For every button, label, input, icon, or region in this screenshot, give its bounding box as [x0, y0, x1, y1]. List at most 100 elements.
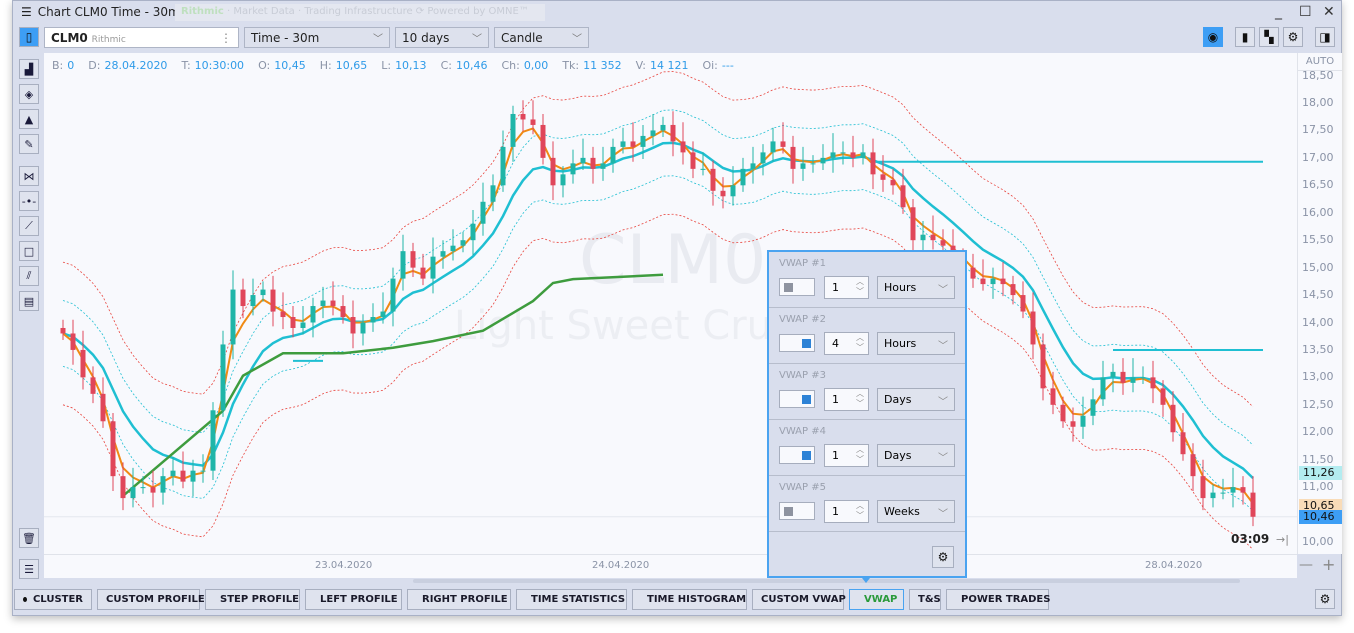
vwap-unit-select[interactable]: Days ﹀: [877, 388, 955, 411]
candle-body: [1250, 492, 1256, 517]
bottom-button-vwap[interactable]: VWAP: [849, 589, 904, 610]
vwap-unit-select[interactable]: Hours ﹀: [877, 332, 955, 355]
mouse-icon[interactable]: ▮: [1235, 27, 1255, 47]
minimize-button[interactable]: _: [1275, 4, 1282, 20]
bottom-button-t-s[interactable]: T&S: [909, 589, 941, 610]
price-tick: 11,00: [1302, 480, 1334, 494]
vwap-unit-select[interactable]: Days ﹀: [877, 444, 955, 467]
vwap-toggle[interactable]: [779, 334, 815, 352]
binoculars-icon[interactable]: ▚: [1259, 27, 1279, 47]
list-icon[interactable]: ☰: [19, 559, 39, 579]
candle-body: [980, 278, 986, 285]
horizontal-line-icon[interactable]: -•-: [19, 191, 39, 211]
candle-body: [150, 487, 156, 493]
button-label: CUSTOM PROFILE: [106, 594, 205, 605]
price-axis[interactable]: AUTO 18,50 18,00 17,50 17,00 16,50 16,00 15,50…: [1297, 53, 1342, 554]
bowtie-icon[interactable]: ⋈: [19, 166, 39, 186]
candle-body: [510, 113, 516, 147]
symbol-input[interactable]: CLM0 Rithmic ⋮: [44, 27, 239, 48]
vwap-unit-select[interactable]: Hours ﹀: [877, 276, 955, 299]
layers-icon[interactable]: ◈: [19, 84, 39, 104]
maximize-button[interactable]: ☐: [1299, 4, 1312, 20]
candle-body: [380, 311, 386, 318]
voice-icon[interactable]: ◉: [1203, 27, 1223, 47]
sidebar-toggle-icon[interactable]: ◨: [1315, 27, 1335, 47]
vwap-lower-outer-band: [62, 213, 1254, 550]
zoom-in-button[interactable]: +: [1322, 555, 1335, 574]
profile-tool-icon[interactable]: ▤: [19, 291, 39, 311]
info-key: B:: [52, 59, 64, 72]
price-tick: 12,50: [1302, 397, 1334, 411]
bell-icon[interactable]: ▲: [19, 109, 39, 129]
scroll-to-end-icon[interactable]: →|: [1276, 533, 1289, 546]
candle-body: [210, 410, 216, 471]
bottom-button-cluster[interactable]: CLUSTER: [14, 589, 92, 610]
candle-body: [250, 295, 256, 307]
channel-icon[interactable]: ⫽: [19, 266, 39, 286]
candle-body: [770, 141, 776, 153]
candle-body: [70, 333, 76, 350]
vwap-toggle[interactable]: [779, 502, 815, 520]
candle-body: [860, 152, 866, 158]
vwap-toggle[interactable]: [779, 390, 815, 408]
bottom-button-right-profile[interactable]: RIGHT PROFILE: [407, 589, 511, 610]
stepper-arrows-icon: ︿ ﹀: [856, 389, 864, 408]
vwap-period-stepper[interactable]: 1 ︿ ﹀: [824, 276, 869, 299]
info-value: 10,13: [395, 59, 427, 72]
candle-body: [580, 157, 586, 164]
bottom-button-step-profile[interactable]: STEP PROFILE: [205, 589, 300, 610]
period-select[interactable]: 10 days ﹀: [395, 27, 489, 48]
bottom-button-power-trades[interactable]: POWER TRADES: [946, 589, 1050, 610]
candle-body: [390, 278, 396, 312]
vwap-row: VWAP #1 1 ︿ ﹀ Hours ﹀: [769, 252, 965, 308]
bottom-button-custom-profile[interactable]: CUSTOM PROFILE: [97, 589, 205, 610]
indicators-icon[interactable]: ▟: [19, 59, 39, 79]
timeframe-select[interactable]: Time - 30m ﹀: [244, 27, 390, 48]
bottom-button-custom-vwap[interactable]: CUSTOM VWAP: [752, 589, 846, 610]
vwap-row: VWAP #4 1 ︿ ﹀ Days ﹀: [769, 420, 965, 476]
gear-icon[interactable]: ⚙: [1315, 589, 1335, 609]
pencil-icon[interactable]: ✎: [19, 134, 39, 154]
zoom-out-button[interactable]: —: [1299, 557, 1313, 573]
candle-body: [1090, 399, 1096, 416]
gear-icon[interactable]: ⚙: [1283, 27, 1303, 47]
vwap-upper-outer-band: [62, 71, 1254, 408]
vwap-toggle[interactable]: [779, 446, 815, 464]
chart-area[interactable]: CLM0 Light Sweet Crude B: 0 D: 28.04.2020 T:…: [44, 53, 1297, 554]
candle-body: [1010, 284, 1016, 296]
vwap-period-stepper[interactable]: 4 ︿ ﹀: [824, 332, 869, 355]
candle-body: [560, 174, 566, 186]
vwap-unit-select[interactable]: Weeks ﹀: [877, 500, 955, 523]
close-button[interactable]: ✕: [1323, 4, 1335, 20]
horizontal-scrollbar[interactable]: [413, 579, 1240, 583]
candle-body: [540, 124, 546, 158]
candle-body: [160, 476, 166, 493]
bottom-button-time-statistics[interactable]: TIME STATISTICS: [516, 589, 627, 610]
candle-body: [500, 146, 506, 186]
bottom-button-time-histogram[interactable]: TIME HISTOGRAM: [632, 589, 747, 610]
bottom-button-left-profile[interactable]: LEFT PROFILE: [305, 589, 402, 610]
price-marker: 11,26: [1299, 465, 1342, 480]
trend-line-icon[interactable]: ⟋: [19, 216, 39, 236]
short-vwap-line: [62, 127, 1254, 505]
vwap-period-stepper[interactable]: 1 ︿ ﹀: [824, 444, 869, 467]
gear-icon[interactable]: ⚙: [932, 546, 954, 568]
vwap-period-stepper[interactable]: 1 ︿ ﹀: [824, 388, 869, 411]
candle-body: [460, 240, 466, 246]
candle-body: [1110, 371, 1116, 378]
vwap-toggle[interactable]: [779, 278, 815, 296]
candle-body: [760, 152, 766, 164]
info-value: 11 352: [583, 59, 622, 72]
candle-body: [1150, 377, 1156, 389]
chart-type-select[interactable]: Candle ﹀: [494, 27, 589, 48]
menu-icon[interactable]: ☰: [21, 5, 32, 19]
panel-toggle-icon[interactable]: ▯: [19, 27, 39, 47]
candle-body: [640, 135, 646, 147]
rectangle-icon[interactable]: □: [19, 241, 39, 261]
candle-body: [990, 278, 996, 285]
candle-body: [810, 163, 816, 165]
trash-icon[interactable]: 🗑: [19, 528, 39, 548]
vwap-period-stepper[interactable]: 1 ︿ ﹀: [824, 500, 869, 523]
status-dot-icon: [23, 597, 27, 602]
price-tick: 18,00: [1302, 96, 1334, 109]
